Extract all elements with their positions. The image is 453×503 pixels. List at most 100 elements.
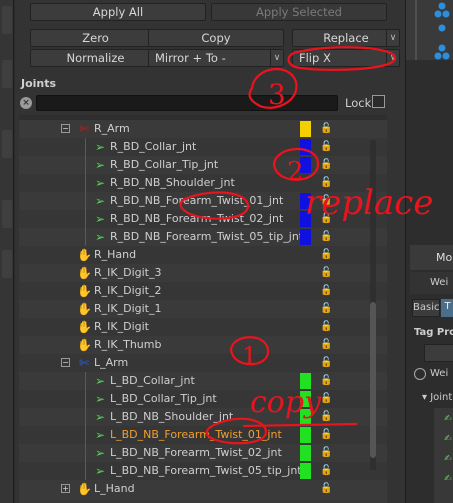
joint-row[interactable]: ➢ L_BD_NB_Forearm_Twist_01_jnt 🔓 bbox=[19, 426, 387, 444]
lock-icon[interactable]: 🔓 bbox=[320, 482, 332, 496]
lock-icon[interactable]: 🔓 bbox=[320, 212, 332, 226]
clear-search-icon[interactable]: × bbox=[20, 97, 32, 109]
lock-icon[interactable]: 🔓 bbox=[320, 176, 332, 190]
weight-sub-tab[interactable]: Wei bbox=[410, 272, 453, 294]
expand-toggle-icon[interactable]: + bbox=[61, 484, 70, 493]
bone-joint-icon: ➢ bbox=[94, 410, 106, 424]
red-hand-joint-icon: ✋ bbox=[77, 320, 92, 334]
tag-tab[interactable]: T bbox=[441, 299, 453, 317]
joint-color-swatch[interactable] bbox=[300, 157, 311, 173]
lock-icon[interactable]: 🔓 bbox=[320, 338, 332, 352]
apply-all-button[interactable]: Apply All bbox=[30, 3, 206, 21]
lock-icon[interactable]: 🔓 bbox=[320, 266, 332, 280]
joints-group-label[interactable]: ▾ Joint bbox=[422, 392, 452, 403]
weight-radio[interactable] bbox=[414, 368, 426, 380]
joint-row[interactable]: ➢ R_BD_NB_Forearm_Twist_01_jnt 🔓 bbox=[19, 192, 387, 210]
lock-icon[interactable]: 🔓 bbox=[320, 356, 332, 370]
joint-search-input[interactable] bbox=[36, 95, 338, 111]
expand-toggle-icon[interactable]: − bbox=[61, 358, 70, 367]
lock-icon[interactable]: 🔓 bbox=[320, 320, 332, 334]
normalize-button[interactable]: Normalize bbox=[30, 49, 161, 67]
joint-name: L_BD_Collar_Tip_jnt bbox=[110, 392, 217, 405]
joint-color-swatch[interactable] bbox=[300, 409, 311, 425]
joint-color-swatch[interactable] bbox=[300, 445, 311, 461]
joint-list-scroll-thumb[interactable] bbox=[370, 302, 376, 458]
joint-color-swatch[interactable] bbox=[300, 229, 311, 245]
joint-row[interactable]: − ✄ L_Arm 🔓 bbox=[19, 354, 387, 372]
tag-field[interactable] bbox=[424, 344, 453, 362]
zero-button[interactable]: Zero bbox=[30, 29, 161, 47]
tree-line bbox=[85, 462, 86, 480]
lock-icon[interactable]: 🔓 bbox=[320, 302, 332, 316]
joint-color-swatch[interactable] bbox=[300, 391, 311, 407]
bone-joint-icon: ➢ bbox=[94, 464, 106, 478]
lock-icon[interactable]: 🔓 bbox=[320, 374, 332, 388]
lock-icon[interactable]: 🔓 bbox=[320, 140, 332, 154]
joint-name: L_Arm bbox=[94, 356, 129, 369]
attribute-manager-side: Mo Wei Basic T Tag Pro Wei ▾ Joint ✍ ✍ ✍… bbox=[405, 0, 453, 503]
red-hand-joint-icon: ✋ bbox=[77, 248, 92, 262]
lock-icon[interactable]: 🔓 bbox=[320, 122, 332, 136]
joint-row[interactable]: ➢ R_BD_Collar_jnt 🔓 bbox=[19, 138, 387, 156]
lock-icon[interactable]: 🔓 bbox=[320, 428, 332, 442]
joint-row[interactable]: ➢ L_BD_NB_Forearm_Twist_02_jnt 🔓 bbox=[19, 444, 387, 462]
lock-icon[interactable]: 🔓 bbox=[320, 284, 332, 298]
lock-icon[interactable]: 🔓 bbox=[320, 158, 332, 172]
joint-color-swatch[interactable] bbox=[300, 193, 311, 209]
replace-dropdown[interactable]: Replace ∨ bbox=[292, 29, 400, 47]
lock-icon[interactable]: 🔓 bbox=[320, 446, 332, 460]
joint-row[interactable]: ➢ R_BD_NB_Forearm_Twist_02_jnt 🔓 bbox=[19, 210, 387, 228]
lock-icon[interactable]: 🔓 bbox=[320, 194, 332, 208]
toolbar-handle[interactable] bbox=[2, 200, 12, 228]
lock-icon[interactable]: 🔓 bbox=[320, 248, 332, 262]
mode-tab[interactable]: Mo bbox=[410, 245, 453, 270]
joint-row[interactable]: − ✄ R_Arm 🔓 bbox=[19, 120, 387, 138]
joint-row[interactable]: ✋ R_IK_Thumb 🔓 bbox=[19, 336, 387, 354]
joint-row[interactable]: ✋ R_Hand 🔓 bbox=[19, 246, 387, 264]
joint-name: R_IK_Digit_1 bbox=[94, 302, 162, 315]
joint-color-swatch[interactable] bbox=[300, 211, 311, 227]
joint-row[interactable]: ➢ L_BD_Collar_jnt 🔓 bbox=[19, 372, 387, 390]
joint-row[interactable]: ➢ L_BD_NB_Forearm_Twist_05_tip_jnt 🔓 bbox=[19, 462, 387, 480]
chevron-down-icon[interactable]: ∨ bbox=[386, 30, 399, 46]
lock-icon[interactable]: 🔓 bbox=[320, 392, 332, 406]
expand-toggle-icon[interactable]: − bbox=[61, 124, 70, 133]
chevron-down-icon[interactable]: ∨ bbox=[270, 50, 283, 66]
joint-row[interactable]: ➢ R_BD_Collar_Tip_jnt 🔓 bbox=[19, 156, 387, 174]
lock-icon[interactable]: 🔓 bbox=[320, 410, 332, 424]
copy-button[interactable]: Copy bbox=[148, 29, 284, 47]
flip-dropdown[interactable]: Flip X ∨ bbox=[292, 49, 400, 67]
joint-row[interactable]: ➢ R_BD_NB_Forearm_Twist_05_tip_jnt 🔓 bbox=[19, 228, 387, 246]
tree-line bbox=[85, 228, 86, 246]
basic-tab[interactable]: Basic bbox=[412, 299, 440, 317]
toolbar-handle[interactable] bbox=[2, 6, 12, 34]
blue-arm-joint-icon: ✄ bbox=[78, 356, 90, 370]
lock-icon[interactable]: 🔓 bbox=[320, 464, 332, 478]
joint-color-swatch[interactable] bbox=[300, 373, 311, 389]
joint-row[interactable]: ✋ R_IK_Digit_3 🔓 bbox=[19, 264, 387, 282]
joint-color-swatch[interactable] bbox=[300, 427, 311, 443]
joint-color-swatch[interactable] bbox=[300, 121, 311, 137]
lock-checkbox[interactable] bbox=[372, 95, 385, 108]
joint-row[interactable]: ➢ L_BD_Collar_Tip_jnt 🔓 bbox=[19, 390, 387, 408]
apply-selected-button[interactable]: Apply Selected bbox=[211, 3, 387, 21]
joint-color-swatch[interactable] bbox=[300, 463, 311, 479]
toolbar-handle[interactable] bbox=[2, 60, 12, 88]
chevron-down-icon[interactable]: ∨ bbox=[386, 50, 399, 66]
toolbar-handle[interactable] bbox=[2, 130, 12, 158]
joint-name: R_BD_Collar_Tip_jnt bbox=[110, 158, 219, 171]
joint-name: R_BD_Collar_jnt bbox=[110, 140, 197, 153]
joint-row[interactable]: ➢ R_BD_NB_Shoulder_jnt 🔓 bbox=[19, 174, 387, 192]
joint-search-row: × Lock bbox=[18, 93, 390, 113]
toolbar-handle[interactable] bbox=[2, 250, 12, 278]
joint-name: R_BD_NB_Forearm_Twist_05_tip_jnt bbox=[110, 230, 304, 243]
joint-color-swatch[interactable] bbox=[300, 139, 311, 155]
joint-row[interactable]: ✋ R_IK_Digit 🔓 bbox=[19, 318, 387, 336]
joints-section-title: Joints bbox=[21, 77, 57, 90]
joint-row[interactable]: ➢ L_BD_NB_Shoulder_jnt 🔓 bbox=[19, 408, 387, 426]
joint-row[interactable]: + ✋ L_Hand 🔓 bbox=[19, 480, 387, 498]
joint-row[interactable]: ✋ R_IK_Digit_2 🔓 bbox=[19, 282, 387, 300]
lock-icon[interactable]: 🔓 bbox=[320, 230, 332, 244]
mirror-dropdown[interactable]: Mirror + To - ∨ bbox=[148, 49, 284, 67]
joint-row[interactable]: ✋ R_IK_Digit_1 🔓 bbox=[19, 300, 387, 318]
